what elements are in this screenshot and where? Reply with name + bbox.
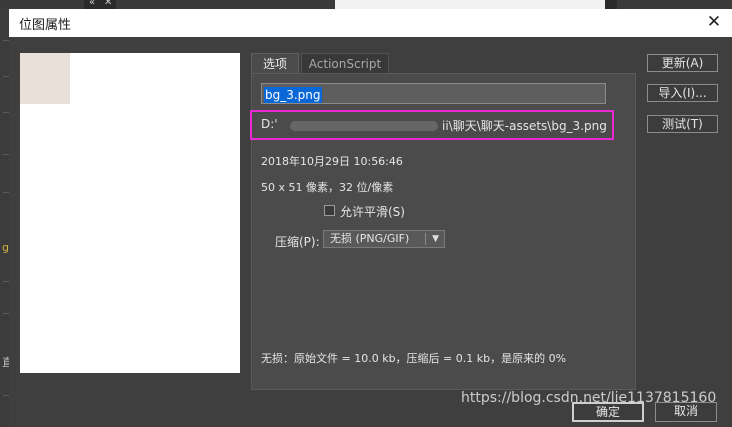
bitmap-properties-dialog: 位图属性 ✕ 选项 ActionScript bg_3.png D:' ii\聊… <box>9 9 732 427</box>
background-toolbar: « ✕ <box>0 0 732 9</box>
compression-value: 无损 (PNG/GIF) <box>330 232 410 245</box>
compression-summary: 无损：原始文件 = 10.0 kb，压缩后 = 0.1 kb，是原来的 0% <box>261 352 567 365</box>
chevron-down-icon: ▼ <box>432 234 439 244</box>
file-path-start: D:' <box>261 117 278 131</box>
test-button[interactable]: 测试(T) <box>647 115 718 133</box>
file-date: 2018年10月29日 10:56:46 <box>261 155 403 168</box>
bitmap-name-selected-text: bg_3.png <box>264 87 322 103</box>
dialog-title: 位图属性 <box>19 18 72 33</box>
close-icon[interactable]: ✕ <box>704 11 724 33</box>
file-path-highlight: D:' ii\聊天\聊天-assets\bg_3.png <box>250 110 614 140</box>
smoothing-checkbox[interactable] <box>324 205 335 216</box>
compression-select[interactable]: 无损 (PNG/GIF) ▼ <box>323 230 445 248</box>
import-button[interactable]: 导入(I)... <box>647 84 718 102</box>
bitmap-thumbnail <box>20 53 70 104</box>
select-divider <box>425 233 426 245</box>
tab-options[interactable]: 选项 <box>251 53 299 74</box>
compression-label: 压缩(P): <box>275 235 320 249</box>
watermark-url: https://blog.csdn.net/lie1137815160 <box>461 390 717 406</box>
dialog-titlebar: 位图属性 ✕ <box>9 9 732 37</box>
file-path-end: ii\聊天\聊天-assets\bg_3.png <box>442 119 607 133</box>
update-button[interactable]: 更新(A) <box>647 54 718 72</box>
tab-actionscript[interactable]: ActionScript <box>301 53 389 74</box>
background-marker <box>605 0 617 9</box>
redacted-path-segment <box>290 121 438 131</box>
bitmap-name-field[interactable]: bg_3.png <box>261 83 606 104</box>
collapse-icon: « <box>89 0 96 8</box>
background-side-char: g <box>2 241 9 254</box>
smoothing-label[interactable]: 允许平滑(S) <box>340 203 405 220</box>
background-white-area <box>335 0 605 9</box>
file-dimensions: 50 x 51 像素，32 位/像素 <box>261 181 394 194</box>
bitmap-preview <box>20 53 240 373</box>
background-close-icon: ✕ <box>104 0 113 8</box>
